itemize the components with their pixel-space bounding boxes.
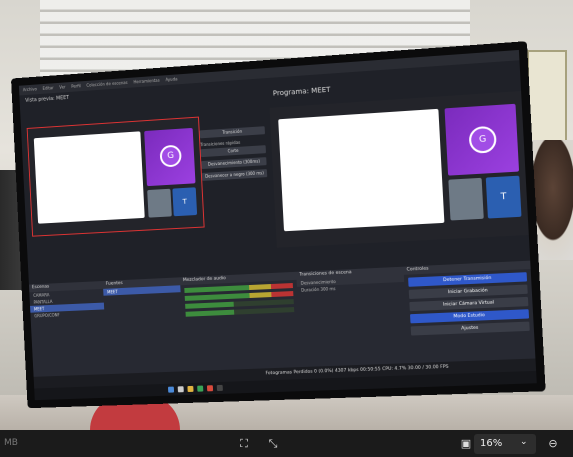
controls-panel: Controles Detener Transmisión Iniciar Gr…: [403, 260, 536, 364]
wall-poster: [527, 50, 567, 144]
obs-screen: Archivo Editar Ver Perfil Colección de escen…: [18, 49, 537, 401]
preview-title: Vista previa: MEET: [25, 94, 70, 104]
preview-canvas[interactable]: G T: [26, 116, 205, 237]
sources-panel: Fuentes MEET: [102, 277, 186, 375]
file-size-text: MB: [4, 438, 18, 448]
photo-scene: Archivo Editar Ver Perfil Colección de escen…: [0, 0, 573, 430]
program-title: Programa: MEET: [272, 85, 331, 98]
zoom-out-icon[interactable]: ⊖: [545, 436, 561, 452]
image-viewer-toolbar: MB ⛶ ⤡ ▣ 16% ⌄ ⊖: [0, 430, 573, 457]
chevron-down-icon[interactable]: ⌄: [520, 437, 528, 447]
duration-value[interactable]: 300 ms: [320, 286, 335, 292]
actual-size-icon[interactable]: ⤡: [265, 436, 281, 452]
quick-transitions: Transición Transiciones rápidas Corte De…: [199, 126, 268, 185]
shared-slide: [33, 131, 145, 224]
duration-label: Duración: [300, 286, 320, 293]
participant-tile: G: [144, 127, 196, 187]
transition-cut[interactable]: Corte: [200, 145, 266, 158]
fit-screen-icon[interactable]: ⛶: [236, 436, 252, 452]
avatar-program-2: T: [500, 191, 507, 203]
fullscreen-icon[interactable]: ▣: [458, 436, 474, 452]
shared-slide-program: [278, 108, 445, 232]
scene-transitions-panel: Transiciones de escena Desvanecimiento D…: [296, 266, 410, 368]
transition-black[interactable]: Desvanecer a negro (300 ms): [201, 169, 268, 181]
participant-tile-program-3: T: [485, 175, 522, 219]
studio-mode-button[interactable]: Modo Estudio: [410, 309, 530, 324]
transition-button[interactable]: Transición: [199, 126, 266, 139]
zoom-value: 16%: [480, 438, 503, 449]
browser-icon[interactable]: [197, 385, 204, 392]
avatar-program: G: [468, 125, 497, 154]
audio-mixer-panel: Mezclador de audio: [179, 271, 303, 372]
avatar: G: [159, 144, 182, 168]
start-icon[interactable]: [167, 386, 175, 393]
participant-tile-2: [147, 188, 172, 218]
transition-fade[interactable]: Desvanecimiento (300ms): [201, 157, 267, 170]
obs-docks: Escenas CAMARA PANTALLA MEET GRUPO/CONF …: [28, 260, 536, 377]
audio-meter: [185, 307, 295, 317]
participant-tile-3: T: [172, 187, 198, 217]
obs-icon[interactable]: [216, 384, 223, 392]
app-icon[interactable]: [206, 385, 214, 392]
settings-button[interactable]: Ajustes: [410, 321, 530, 336]
folder-icon[interactable]: [187, 385, 194, 393]
monitor: Archivo Editar Ver Perfil Colección de escen…: [11, 41, 546, 409]
participant-tile-program-2: [448, 177, 484, 221]
avatar-2: T: [182, 197, 188, 206]
scenes-panel: Escenas CAMARA PANTALLA MEET GRUPO/CONF: [28, 280, 109, 377]
search-icon[interactable]: [177, 386, 184, 393]
participant-tile-program: G: [444, 103, 520, 176]
program-canvas: G T: [269, 91, 529, 248]
